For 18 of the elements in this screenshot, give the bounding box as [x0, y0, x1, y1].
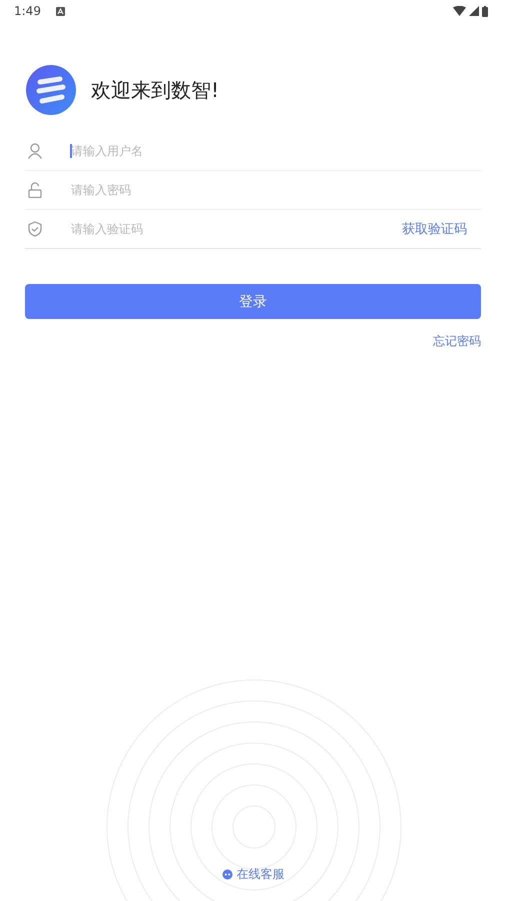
welcome-title: 欢迎来到数智! — [91, 76, 220, 104]
input-field[interactable]: 请输入用户名 — [70, 144, 481, 158]
notification-icon — [56, 6, 65, 16]
online-support-link[interactable]: 在线客服 — [222, 866, 284, 883]
input-field[interactable]: 请输入密码 — [70, 183, 481, 197]
shield-icon — [27, 221, 43, 237]
lock-icon — [27, 182, 43, 198]
battery-icon — [482, 6, 488, 16]
get-code-link[interactable]: 获取验证码 — [402, 220, 467, 238]
support-label: 在线客服 — [236, 866, 284, 883]
app-logo-icon — [25, 64, 77, 116]
login-button[interactable]: 登录 — [25, 284, 481, 319]
forgot-password-link[interactable]: 忘记密码 — [433, 333, 481, 350]
signal-icon — [469, 6, 479, 16]
input-field[interactable]: 请输入验证码 — [70, 222, 402, 236]
user-icon — [27, 143, 43, 159]
wifi-icon — [453, 6, 466, 16]
status-time: 1:49 — [14, 4, 41, 18]
